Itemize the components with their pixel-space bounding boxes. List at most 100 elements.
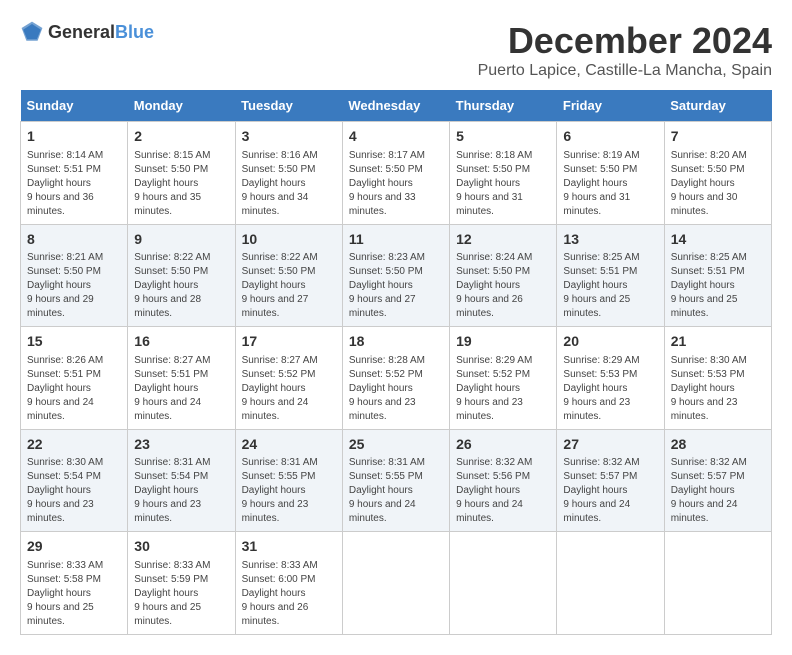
day-number: 27 [563,435,657,455]
day-number: 19 [456,332,550,352]
day-info: Sunrise: 8:25 AM Sunset: 5:51 PM Dayligh… [563,251,657,321]
calendar-cell: 15 Sunrise: 8:26 AM Sunset: 5:51 PM Dayl… [21,327,128,430]
day-number: 5 [456,127,550,147]
day-info: Sunrise: 8:32 AM Sunset: 5:57 PM Dayligh… [671,456,765,526]
day-number: 26 [456,435,550,455]
col-monday: Monday [128,90,235,122]
calendar-cell: 1 Sunrise: 8:14 AM Sunset: 5:51 PM Dayli… [21,122,128,225]
day-number: 11 [349,230,443,250]
day-info: Sunrise: 8:32 AM Sunset: 5:56 PM Dayligh… [456,456,550,526]
calendar-cell: 30 Sunrise: 8:33 AM Sunset: 5:59 PM Dayl… [128,532,235,635]
calendar-cell: 23 Sunrise: 8:31 AM Sunset: 5:54 PM Dayl… [128,429,235,532]
day-number: 20 [563,332,657,352]
day-info: Sunrise: 8:26 AM Sunset: 5:51 PM Dayligh… [27,354,121,424]
week-row-5: 29 Sunrise: 8:33 AM Sunset: 5:58 PM Dayl… [21,532,772,635]
col-friday: Friday [557,90,664,122]
day-info: Sunrise: 8:24 AM Sunset: 5:50 PM Dayligh… [456,251,550,321]
day-info: Sunrise: 8:32 AM Sunset: 5:57 PM Dayligh… [563,456,657,526]
day-info: Sunrise: 8:17 AM Sunset: 5:50 PM Dayligh… [349,149,443,219]
day-number: 28 [671,435,765,455]
day-info: Sunrise: 8:14 AM Sunset: 5:51 PM Dayligh… [27,149,121,219]
day-number: 29 [27,537,121,557]
week-row-2: 8 Sunrise: 8:21 AM Sunset: 5:50 PM Dayli… [21,224,772,327]
calendar-cell: 24 Sunrise: 8:31 AM Sunset: 5:55 PM Dayl… [235,429,342,532]
calendar-cell: 19 Sunrise: 8:29 AM Sunset: 5:52 PM Dayl… [450,327,557,430]
day-info: Sunrise: 8:27 AM Sunset: 5:51 PM Dayligh… [134,354,228,424]
calendar-cell: 21 Sunrise: 8:30 AM Sunset: 5:53 PM Dayl… [664,327,771,430]
calendar-cell: 12 Sunrise: 8:24 AM Sunset: 5:50 PM Dayl… [450,224,557,327]
week-row-4: 22 Sunrise: 8:30 AM Sunset: 5:54 PM Dayl… [21,429,772,532]
day-info: Sunrise: 8:31 AM Sunset: 5:55 PM Dayligh… [349,456,443,526]
day-number: 22 [27,435,121,455]
calendar-cell: 14 Sunrise: 8:25 AM Sunset: 5:51 PM Dayl… [664,224,771,327]
col-sunday: Sunday [21,90,128,122]
day-number: 31 [242,537,336,557]
calendar-cell: 4 Sunrise: 8:17 AM Sunset: 5:50 PM Dayli… [342,122,449,225]
logo-icon [20,20,44,44]
day-info: Sunrise: 8:28 AM Sunset: 5:52 PM Dayligh… [349,354,443,424]
calendar-table: Sunday Monday Tuesday Wednesday Thursday… [20,90,772,635]
calendar-cell: 7 Sunrise: 8:20 AM Sunset: 5:50 PM Dayli… [664,122,771,225]
header-row: Sunday Monday Tuesday Wednesday Thursday… [21,90,772,122]
day-info: Sunrise: 8:21 AM Sunset: 5:50 PM Dayligh… [27,251,121,321]
day-info: Sunrise: 8:22 AM Sunset: 5:50 PM Dayligh… [134,251,228,321]
day-number: 23 [134,435,228,455]
day-info: Sunrise: 8:29 AM Sunset: 5:53 PM Dayligh… [563,354,657,424]
logo-blue: Blue [115,22,154,42]
calendar-cell: 17 Sunrise: 8:27 AM Sunset: 5:52 PM Dayl… [235,327,342,430]
day-number: 15 [27,332,121,352]
day-number: 8 [27,230,121,250]
day-number: 4 [349,127,443,147]
calendar-cell [557,532,664,635]
subtitle: Puerto Lapice, Castille-La Mancha, Spain [478,62,772,80]
week-row-3: 15 Sunrise: 8:26 AM Sunset: 5:51 PM Dayl… [21,327,772,430]
calendar-cell: 2 Sunrise: 8:15 AM Sunset: 5:50 PM Dayli… [128,122,235,225]
logo-general: General [48,22,115,42]
day-number: 9 [134,230,228,250]
day-info: Sunrise: 8:29 AM Sunset: 5:52 PM Dayligh… [456,354,550,424]
day-info: Sunrise: 8:31 AM Sunset: 5:55 PM Dayligh… [242,456,336,526]
calendar-cell: 28 Sunrise: 8:32 AM Sunset: 5:57 PM Dayl… [664,429,771,532]
logo: GeneralBlue [20,20,154,44]
day-info: Sunrise: 8:30 AM Sunset: 5:53 PM Dayligh… [671,354,765,424]
calendar-cell: 27 Sunrise: 8:32 AM Sunset: 5:57 PM Dayl… [557,429,664,532]
calendar-cell: 25 Sunrise: 8:31 AM Sunset: 5:55 PM Dayl… [342,429,449,532]
day-info: Sunrise: 8:31 AM Sunset: 5:54 PM Dayligh… [134,456,228,526]
col-thursday: Thursday [450,90,557,122]
day-info: Sunrise: 8:33 AM Sunset: 5:58 PM Dayligh… [27,559,121,629]
calendar-cell: 13 Sunrise: 8:25 AM Sunset: 5:51 PM Dayl… [557,224,664,327]
day-number: 10 [242,230,336,250]
day-info: Sunrise: 8:16 AM Sunset: 5:50 PM Dayligh… [242,149,336,219]
day-number: 16 [134,332,228,352]
day-info: Sunrise: 8:15 AM Sunset: 5:50 PM Dayligh… [134,149,228,219]
day-number: 1 [27,127,121,147]
day-info: Sunrise: 8:30 AM Sunset: 5:54 PM Dayligh… [27,456,121,526]
col-wednesday: Wednesday [342,90,449,122]
day-number: 12 [456,230,550,250]
day-number: 3 [242,127,336,147]
calendar-cell: 8 Sunrise: 8:21 AM Sunset: 5:50 PM Dayli… [21,224,128,327]
calendar-cell: 29 Sunrise: 8:33 AM Sunset: 5:58 PM Dayl… [21,532,128,635]
day-info: Sunrise: 8:19 AM Sunset: 5:50 PM Dayligh… [563,149,657,219]
logo-text-area: GeneralBlue [48,22,154,43]
calendar-cell [342,532,449,635]
day-number: 2 [134,127,228,147]
calendar-cell [664,532,771,635]
day-number: 17 [242,332,336,352]
day-number: 13 [563,230,657,250]
day-info: Sunrise: 8:23 AM Sunset: 5:50 PM Dayligh… [349,251,443,321]
calendar-cell: 31 Sunrise: 8:33 AM Sunset: 6:00 PM Dayl… [235,532,342,635]
calendar-cell: 16 Sunrise: 8:27 AM Sunset: 5:51 PM Dayl… [128,327,235,430]
day-number: 25 [349,435,443,455]
main-title: December 2024 [478,20,772,62]
title-area: December 2024 Puerto Lapice, Castille-La… [478,20,772,80]
day-number: 18 [349,332,443,352]
day-info: Sunrise: 8:25 AM Sunset: 5:51 PM Dayligh… [671,251,765,321]
calendar-cell: 10 Sunrise: 8:22 AM Sunset: 5:50 PM Dayl… [235,224,342,327]
day-number: 30 [134,537,228,557]
calendar-cell: 18 Sunrise: 8:28 AM Sunset: 5:52 PM Dayl… [342,327,449,430]
calendar-cell: 9 Sunrise: 8:22 AM Sunset: 5:50 PM Dayli… [128,224,235,327]
calendar-cell: 20 Sunrise: 8:29 AM Sunset: 5:53 PM Dayl… [557,327,664,430]
day-number: 6 [563,127,657,147]
calendar-cell: 5 Sunrise: 8:18 AM Sunset: 5:50 PM Dayli… [450,122,557,225]
